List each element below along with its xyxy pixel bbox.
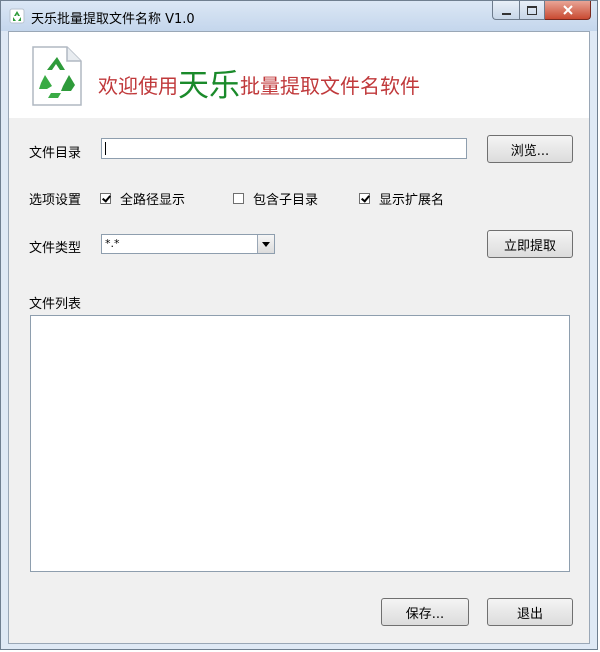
file-type-label: 文件类型 xyxy=(29,241,82,256)
include-subdirs-label: 包含子目录 xyxy=(253,193,319,208)
extract-button[interactable]: 立即提取 xyxy=(487,230,573,258)
file-list-label: 文件列表 xyxy=(29,297,82,312)
save-button[interactable]: 保存... xyxy=(381,598,469,626)
maximize-icon xyxy=(527,5,537,15)
window-controls xyxy=(492,1,591,21)
recycle-app-icon xyxy=(9,8,25,24)
text-caret xyxy=(105,142,106,155)
option-show-extension[interactable]: 显示扩展名 xyxy=(359,189,444,208)
exit-button[interactable]: 退出 xyxy=(487,598,573,626)
client-area: 欢迎使用天乐批量提取文件名软件 文件目录 浏览... 选项设置 全路径显示 包含… xyxy=(8,31,590,644)
directory-label: 文件目录 xyxy=(29,146,82,161)
welcome-banner: 欢迎使用天乐批量提取文件名软件 xyxy=(9,32,589,118)
full-path-label: 全路径显示 xyxy=(120,193,186,208)
browse-button[interactable]: 浏览... xyxy=(487,135,573,163)
file-list[interactable] xyxy=(30,315,570,572)
chevron-down-icon xyxy=(262,241,270,247)
directory-input[interactable] xyxy=(101,138,467,159)
show-extension-checkbox[interactable] xyxy=(359,193,370,204)
recycle-logo-icon xyxy=(32,46,82,106)
title-bar[interactable]: 天乐批量提取文件名称 V1.0 xyxy=(1,1,597,31)
welcome-text: 欢迎使用天乐批量提取文件名软件 xyxy=(98,60,420,105)
app-window: 天乐批量提取文件名称 V1.0 欢迎使用天乐批量提取文件名软件 文件目录 浏览.… xyxy=(0,0,598,650)
welcome-suffix: 批量提取文件名软件 xyxy=(240,74,420,98)
include-subdirs-checkbox[interactable] xyxy=(233,193,244,204)
option-full-path[interactable]: 全路径显示 xyxy=(100,189,185,208)
dropdown-button[interactable] xyxy=(257,235,274,253)
file-type-value: *.* xyxy=(105,237,120,250)
window-title: 天乐批量提取文件名称 V1.0 xyxy=(31,12,195,27)
option-include-subdirs[interactable]: 包含子目录 xyxy=(233,189,318,208)
welcome-prefix: 欢迎使用 xyxy=(98,74,178,98)
welcome-brand: 天乐 xyxy=(178,68,240,104)
full-path-checkbox[interactable] xyxy=(100,193,111,204)
minimize-icon xyxy=(501,12,511,15)
close-button[interactable] xyxy=(545,1,591,20)
maximize-button[interactable] xyxy=(519,1,545,20)
show-extension-label: 显示扩展名 xyxy=(379,193,445,208)
options-label: 选项设置 xyxy=(29,193,82,208)
minimize-button[interactable] xyxy=(492,1,519,20)
file-type-select[interactable]: *.* xyxy=(101,234,275,254)
close-icon xyxy=(562,5,573,15)
